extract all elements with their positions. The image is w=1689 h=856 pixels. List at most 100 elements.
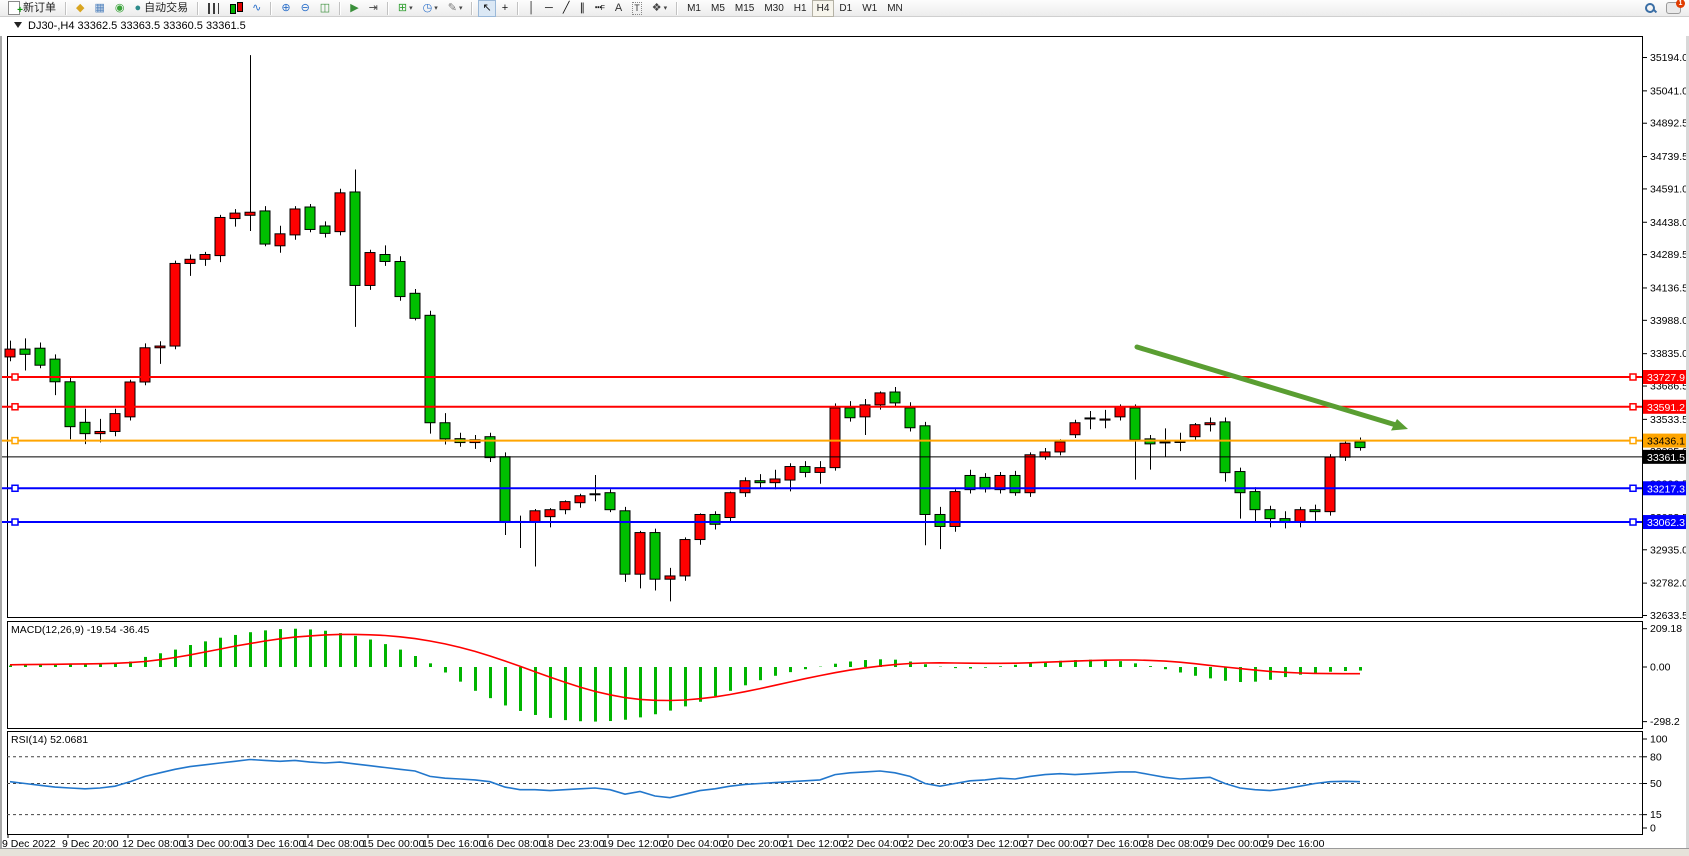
text-label-button[interactable]: T [628,0,646,17]
svg-text:32633.5: 32633.5 [1650,610,1688,622]
navigator-button[interactable]: ◉ [111,0,129,17]
dropdown-caret-icon: ▾ [459,1,463,16]
fibonacci-button[interactable]: ┅F [591,0,609,17]
zoom-out-icon: ⊖ [301,1,310,16]
svg-text:33361.5: 33361.5 [1647,452,1685,464]
zoom-in-button[interactable]: ⊕ [277,0,294,17]
svg-text:34289.5: 34289.5 [1650,249,1688,261]
toolbar-separator [65,2,67,15]
tile-windows-icon: ◫ [320,1,330,16]
candlestick-icon [229,2,242,14]
auto-scroll-button[interactable]: ▶ [346,0,362,17]
svg-text:34739.5: 34739.5 [1650,151,1688,163]
svg-text:32782.0: 32782.0 [1650,578,1688,590]
window-icon: ▦ [94,1,104,16]
chart-title-strip: DJ30-,H4 33362.5 33363.5 33360.5 33361.5 [0,17,1689,36]
profiles-button[interactable]: ◷▾ [419,0,442,17]
crosshair-button[interactable]: + [498,0,512,17]
timeframe-m15-button[interactable]: M15 [730,0,759,17]
new-chart-button[interactable]: ⊞▾ [394,0,417,17]
svg-text:33591.2: 33591.2 [1647,402,1685,414]
svg-text:100: 100 [1650,734,1668,746]
svg-text:33988.0: 33988.0 [1650,315,1688,327]
tile-windows-button[interactable]: ◫ [316,0,334,17]
timeframe-h1-button[interactable]: H1 [789,0,812,17]
zoom-in-icon: ⊕ [281,1,290,16]
text-icon: A [615,1,622,16]
cube-icon: ◆ [76,1,84,16]
svg-text:0: 0 [1650,823,1656,835]
search-button[interactable] [1640,0,1660,17]
cursor-button[interactable]: ↖ [478,0,495,17]
chat-bubble-icon: 1 [1666,2,1681,14]
vertical-line-icon: │ [528,1,535,16]
svg-text:33533.5: 33533.5 [1650,414,1688,426]
dropdown-caret-icon: ▾ [664,1,668,16]
bar-chart-icon [208,3,219,14]
new-chart-icon: ⊞ [398,1,407,16]
arrow-objects-icon: ❖ [652,1,662,16]
svg-text:50: 50 [1650,778,1662,790]
window-bottom-border [0,848,1689,856]
rsi-indicator-label: RSI(14) 52.0681 [11,734,88,746]
timeframe-h4-button[interactable]: H4 [812,0,835,17]
channel-icon: ∥ [579,1,585,16]
svg-text:35041.0: 35041.0 [1650,85,1688,97]
search-icon [1644,2,1656,14]
svg-text:34591.0: 34591.0 [1650,183,1688,195]
chart-shift-icon: ⇥ [369,1,378,16]
vertical-line-button[interactable]: │ [524,0,539,17]
market-watch-button[interactable]: ◆ [72,0,88,17]
svg-text:33727.9: 33727.9 [1647,372,1685,384]
timeframe-m1-button[interactable]: M1 [682,0,706,17]
timeframe-w1-button[interactable]: W1 [857,0,882,17]
trendline-icon: ╱ [563,1,570,16]
candlestick-chart-button[interactable] [225,0,246,17]
timeframe-d1-button[interactable]: D1 [834,0,857,17]
line-chart-icon: ∿ [252,1,261,16]
line-chart-button[interactable]: ∿ [248,0,265,17]
svg-text:80: 80 [1650,751,1662,763]
mt4-window: 新订单◆▦◉●自动交易∿⊕⊖◫▶⇥⊞▾◷▾✎▾↖+│─╱∥┅FAT❖▾M1M5M… [0,0,1689,856]
horizontal-line-icon: ─ [545,1,553,16]
auto-scroll-icon: ▶ [350,1,358,16]
timeframe-m30-button[interactable]: M30 [759,0,788,17]
svg-text:33835.0: 33835.0 [1650,348,1688,360]
toolbar-separator [517,2,519,15]
new-order-icon [8,1,20,15]
trendline-button[interactable]: ╱ [559,0,574,17]
pencil-chart-icon: ✎ [448,1,457,16]
clock-icon: ◷ [423,1,433,16]
bar-chart-button[interactable] [204,0,223,17]
svg-text:34892.5: 34892.5 [1650,118,1688,130]
cursor-arrow-icon: ↖ [482,1,491,16]
arrows-button[interactable]: ❖▾ [648,0,671,17]
svg-text:33436.1: 33436.1 [1647,436,1685,448]
price-chart[interactable]: 35194.035041.034892.534739.534591.034438… [0,0,1689,856]
equidistant-channel-button[interactable]: ∥ [575,0,589,17]
toolbar-separator [339,2,341,15]
svg-text:33217.3: 33217.3 [1647,483,1685,495]
svg-text:-298.2: -298.2 [1650,716,1680,728]
toolbar-separator [270,2,272,15]
horizontal-line-button[interactable]: ─ [541,0,557,17]
collapse-triangle-icon[interactable] [14,22,22,28]
svg-text:33062.3: 33062.3 [1647,517,1685,529]
svg-text:32935.0: 32935.0 [1650,544,1688,556]
text-button[interactable]: A [611,0,626,17]
toolbar-button-label: 自动交易 [144,1,188,16]
toolbar-button-label: 新订单 [23,1,56,16]
zoom-out-button[interactable]: ⊖ [297,0,314,17]
timeframe-mn-button[interactable]: MN [882,0,908,17]
indicators-button[interactable]: ✎▾ [444,0,467,17]
svg-text:0.00: 0.00 [1650,662,1671,674]
chart-shift-button[interactable]: ⇥ [365,0,382,17]
main-toolbar: 新订单◆▦◉●自动交易∿⊕⊖◫▶⇥⊞▾◷▾✎▾↖+│─╱∥┅FAT❖▾M1M5M… [0,0,1689,17]
window-left-border [0,17,2,848]
notifications-button[interactable]: 1 [1662,0,1685,17]
new-order-button[interactable]: 新订单 [4,0,60,17]
autotrading-button[interactable]: ●自动交易 [130,0,192,17]
signal-icon: ◉ [115,1,125,16]
data-window-button[interactable]: ▦ [90,0,108,17]
timeframe-m5-button[interactable]: M5 [706,0,730,17]
